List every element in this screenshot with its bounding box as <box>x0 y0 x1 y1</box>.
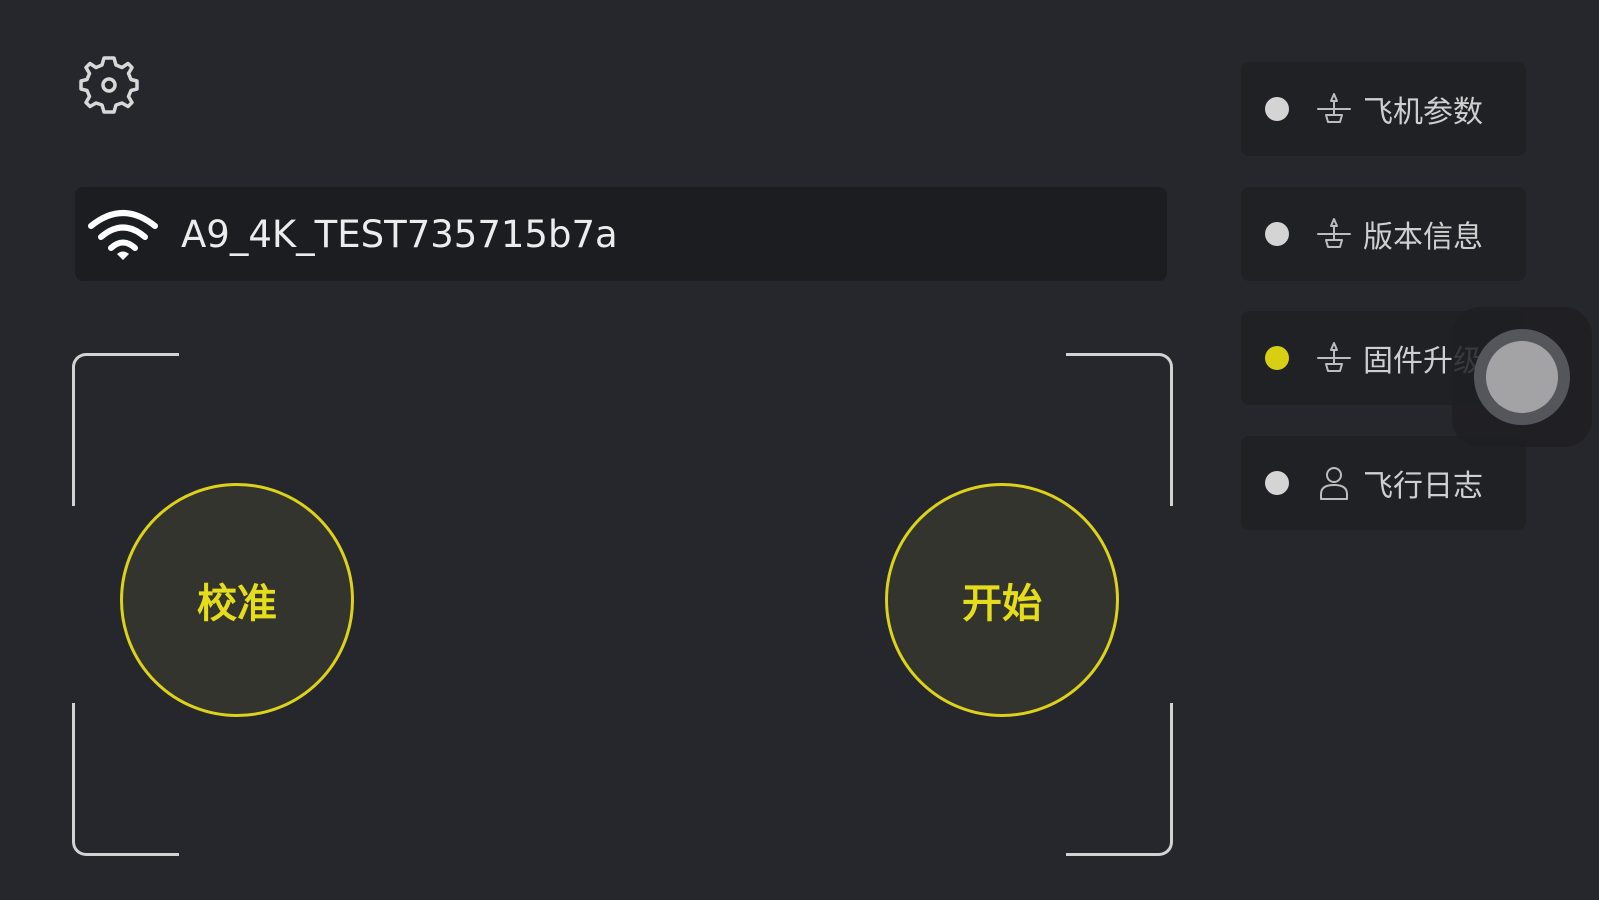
frame-corner-bottom-right <box>1066 703 1173 856</box>
wifi-connection-bar[interactable]: A9_4K_TEST735715b7a <box>75 187 1167 281</box>
wifi-icon <box>88 210 158 260</box>
drone-icon <box>1317 218 1351 248</box>
menu-item-flight-log[interactable]: 飞行日志 <box>1241 436 1526 530</box>
drone-icon <box>1317 93 1351 123</box>
calibrate-button[interactable]: 校准 <box>120 483 354 717</box>
assistive-touch-inner <box>1486 341 1558 413</box>
status-dot <box>1265 222 1289 246</box>
menu-item-aircraft-params[interactable]: 飞机参数 <box>1241 62 1526 156</box>
frame-corner-top-left <box>72 353 179 506</box>
menu-item-label: 版本信息 <box>1363 220 1483 255</box>
settings-button[interactable] <box>76 52 142 118</box>
status-dot <box>1265 97 1289 121</box>
menu-item-label: 飞行日志 <box>1363 469 1483 504</box>
drone-icon <box>1317 342 1351 372</box>
assistive-touch-icon <box>1474 329 1570 425</box>
status-dot-active <box>1265 346 1289 370</box>
wifi-ssid: A9_4K_TEST735715b7a <box>181 212 618 256</box>
status-dot <box>1265 471 1289 495</box>
menu-item-version-info[interactable]: 版本信息 <box>1241 187 1526 281</box>
start-button[interactable]: 开始 <box>885 483 1119 717</box>
gear-icon <box>79 56 139 114</box>
floating-assistive-button[interactable] <box>1452 307 1592 447</box>
drone-control-screen: A9_4K_TEST735715b7a 校准 开始 飞机参数 版本信息 固件升级… <box>0 0 1599 900</box>
menu-item-label: 飞机参数 <box>1363 95 1483 130</box>
user-icon <box>1320 467 1348 500</box>
frame-corner-top-right <box>1066 353 1173 506</box>
frame-corner-bottom-left <box>72 703 179 856</box>
